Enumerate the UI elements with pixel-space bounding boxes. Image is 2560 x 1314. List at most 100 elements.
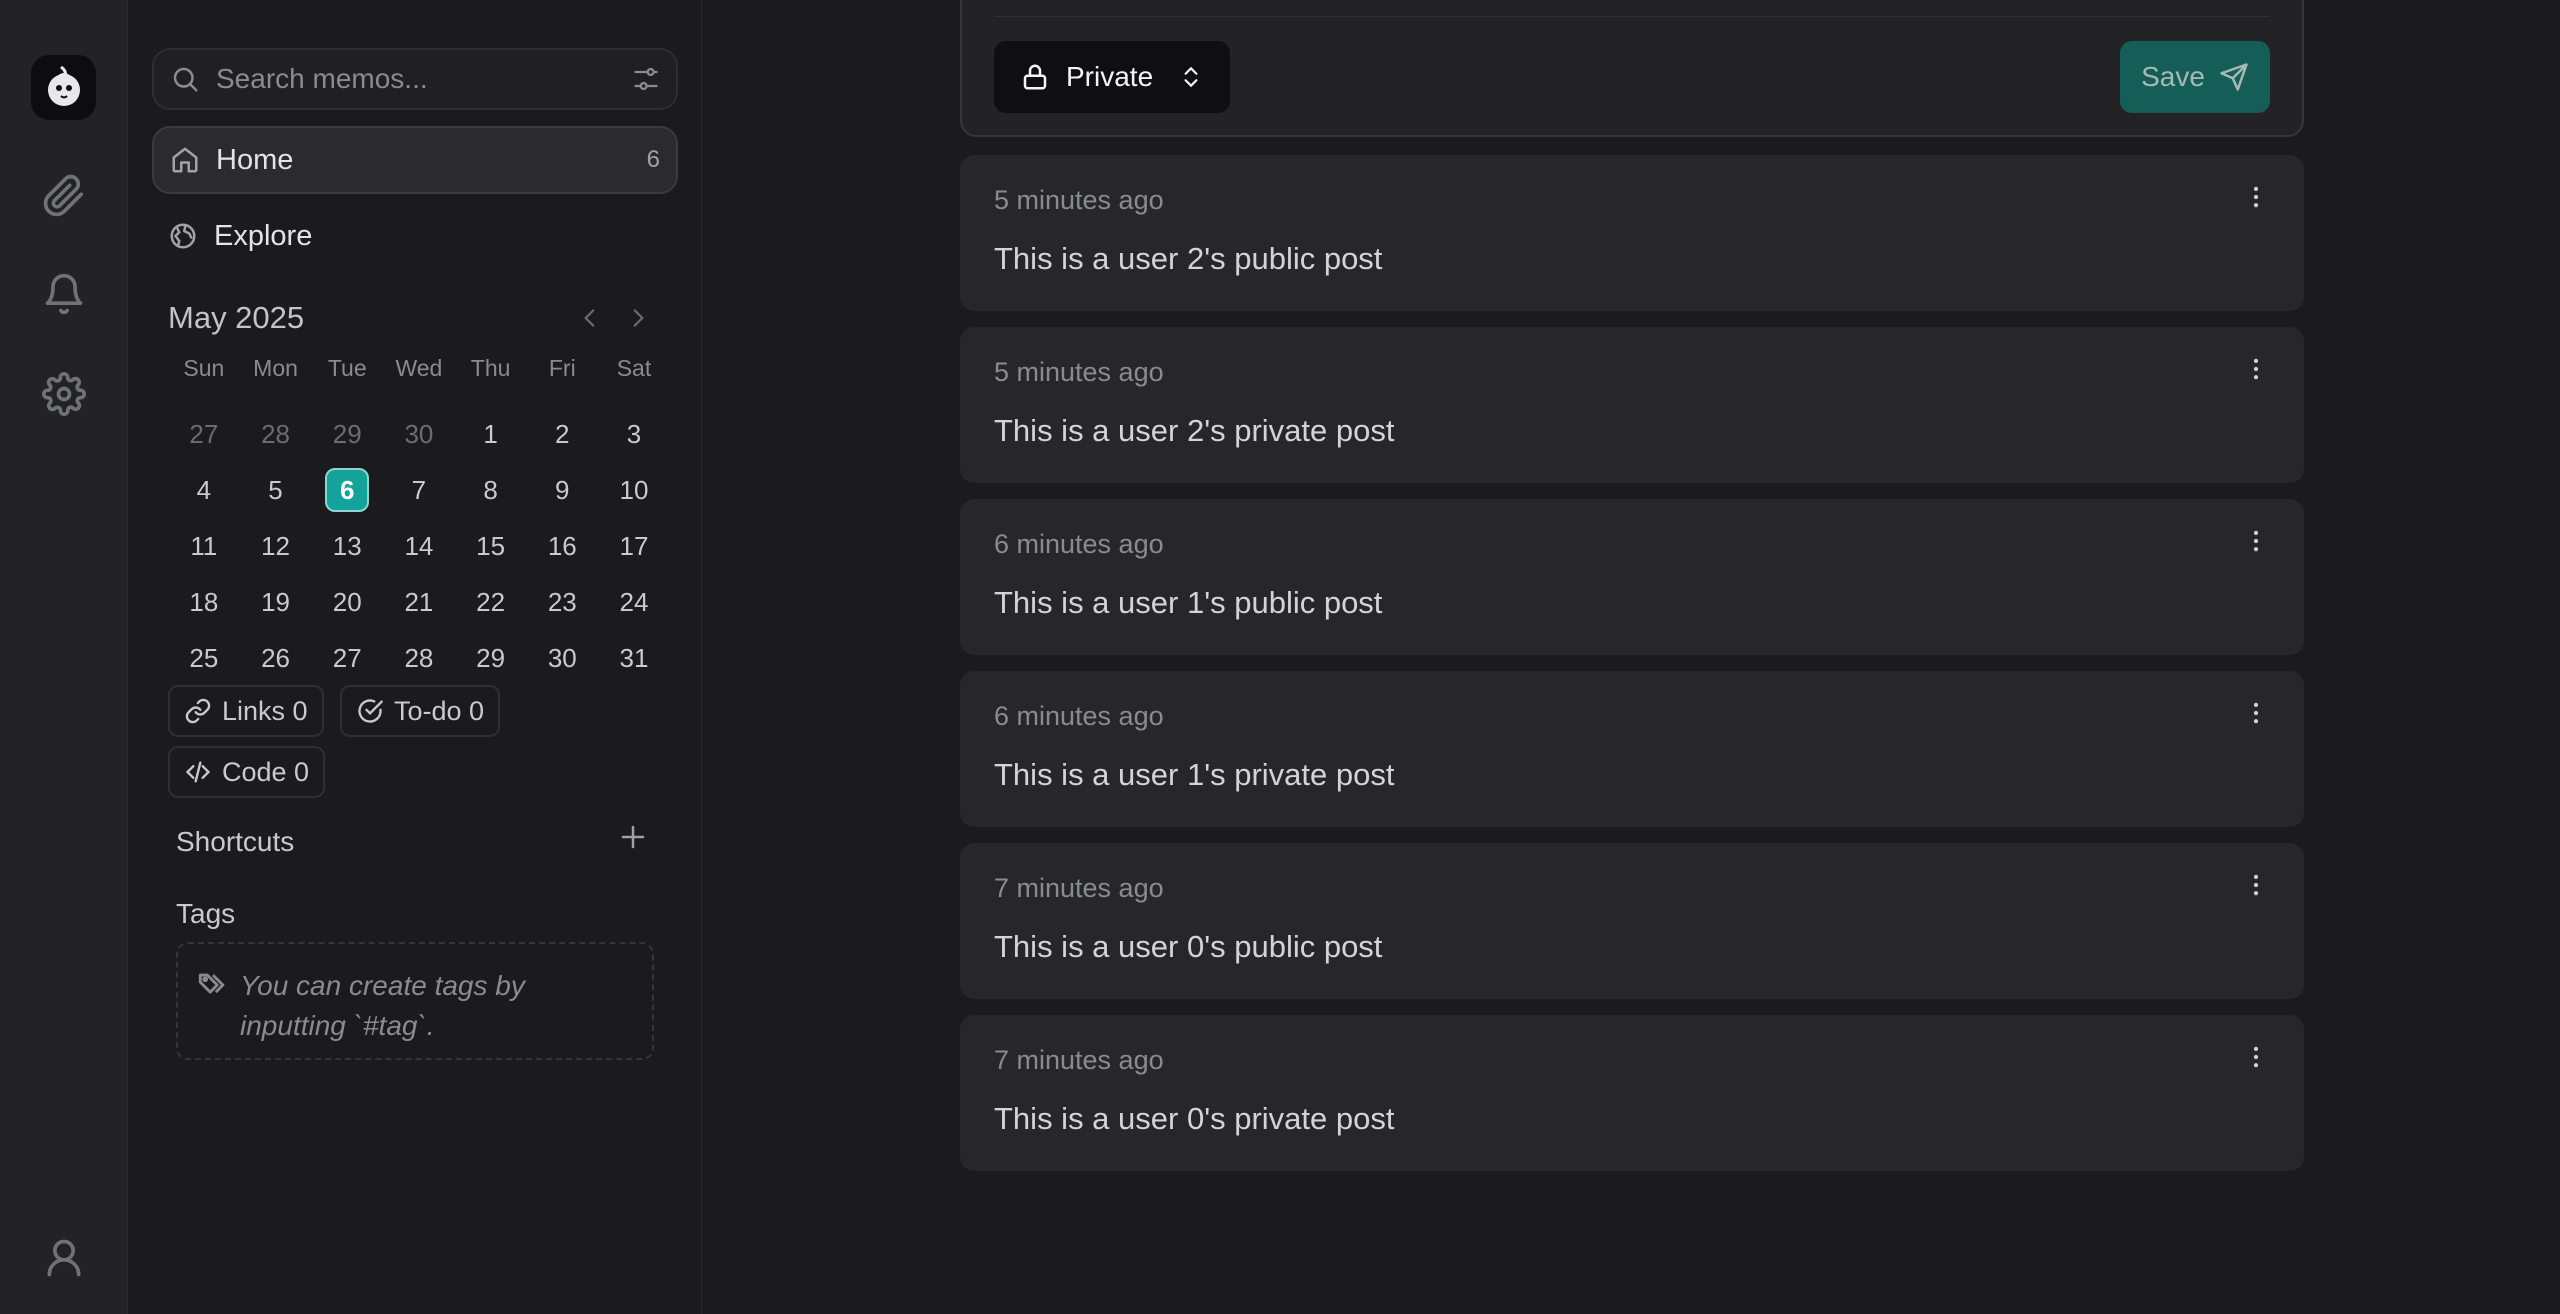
calendar-day-number: 3 [626,419,642,449]
calendar-day-number: 22 [476,587,506,617]
calendar-day[interactable]: 23 [526,574,598,630]
calendar-header: May 2025 [168,294,658,342]
todo-stat-label: To-do 0 [394,695,485,726]
memo-card[interactable]: 5 minutes ago This is a user 2's public p… [960,155,2304,311]
calendar-day-number: 10 [619,475,649,505]
search-box[interactable]: Search memos... [152,48,678,110]
calendar-day[interactable]: 29 [311,406,383,462]
calendar-day[interactable]: 5 [240,462,312,518]
calendar-day[interactable]: 14 [383,518,455,574]
code-stat[interactable]: Code 0 [168,746,326,798]
navigation-rail [0,0,128,1314]
calendar-day[interactable]: 16 [526,518,598,574]
calendar-day[interactable]: 22 [455,574,527,630]
filter-settings-icon[interactable] [632,65,660,93]
calendar-day[interactable]: 29 [455,630,527,686]
search-icon [170,64,200,94]
memo-card[interactable]: 6 minutes ago This is a user 1's private … [960,671,2304,827]
calendar-day[interactable]: 31 [598,630,670,686]
nav-explore-label: Explore [214,219,313,252]
calendar-day[interactable]: 19 [240,574,312,630]
lock-icon [1020,62,1050,92]
paperclip-icon[interactable] [36,168,92,224]
calendar-day[interactable]: 2 [526,406,598,462]
calendar-day-number: 28 [404,643,434,673]
calendar-day[interactable]: 25 [168,630,240,686]
code-icon [184,758,222,786]
calendar-day[interactable]: 27 [168,406,240,462]
memo-content: This is a user 2's private post [994,413,1395,448]
add-shortcut-icon[interactable] [618,822,648,852]
calendar-day-number: 8 [483,475,498,505]
app-logo[interactable] [31,55,96,120]
calendar-day[interactable]: 27 [311,630,383,686]
calendar-day[interactable]: 15 [455,518,527,574]
todo-stat[interactable]: To-do 0 [340,685,501,737]
calendar-day[interactable]: 17 [598,518,670,574]
save-button[interactable]: Save [2120,41,2270,113]
calendar-day-number: 25 [189,643,219,673]
calendar-day-number: 18 [189,587,219,617]
calendar-day-number: 12 [261,531,290,561]
gear-icon[interactable] [36,366,92,422]
calendar-day[interactable]: 10 [598,462,670,518]
calendar-day[interactable]: 12 [240,518,312,574]
calendar-day-number: 29 [476,643,506,673]
more-vertical-icon[interactable] [2242,871,2270,899]
calendar-day[interactable]: 28 [383,630,455,686]
calendar-day-number: 16 [547,531,577,561]
search-input[interactable]: Search memos... [216,63,632,95]
memo-content: This is a user 0's public post [994,929,1383,964]
calendar-day[interactable]: 3 [598,406,670,462]
memo-card[interactable]: 6 minutes ago This is a user 1's public p… [960,499,2304,655]
calendar-day[interactable]: 21 [383,574,455,630]
memo-content: This is a user 1's private post [994,757,1395,792]
calendar-day[interactable]: 4 [168,462,240,518]
nav-home-label: Home [216,143,294,176]
memo-card[interactable]: 7 minutes ago This is a user 0's private … [960,1015,2304,1171]
more-vertical-icon[interactable] [2242,183,2270,211]
calendar-day[interactable]: 18 [168,574,240,630]
memo-time: 7 minutes ago [994,873,1164,903]
memo-card[interactable]: 7 minutes ago This is a user 0's public p… [960,843,2304,999]
tags-icon [196,966,240,1058]
visibility-selector[interactable]: Private [994,41,1230,113]
more-vertical-icon[interactable] [2242,527,2270,555]
more-vertical-icon[interactable] [2242,1043,2270,1071]
chevron-left-icon[interactable] [570,298,610,338]
calendar-day[interactable]: 11 [168,518,240,574]
calendar-day[interactable]: 30 [526,630,598,686]
links-stat[interactable]: Links 0 [168,685,324,737]
tags-title: Tags [176,898,236,929]
calendar-day[interactable]: 28 [240,406,312,462]
chevron-up-down-icon [1178,62,1204,92]
user-icon[interactable] [36,1230,92,1286]
tags-hint-text: You can create tags by inputting `#tag`. [240,966,525,1058]
more-vertical-icon[interactable] [2242,355,2270,383]
memo-card[interactable]: 5 minutes ago This is a user 2's private … [960,327,2304,483]
nav-explore[interactable]: Explore [152,202,678,270]
calendar-day[interactable]: 24 [598,574,670,630]
calendar-day[interactable]: 6 [311,462,383,518]
calendar-day-number: 9 [555,475,570,505]
calendar-day[interactable]: 1 [455,406,527,462]
calendar-day[interactable]: 30 [383,406,455,462]
nav-home[interactable]: Home 6 [152,126,678,194]
calendar-day-number: 23 [547,587,577,617]
calendar-day[interactable]: 26 [240,630,312,686]
calendar-day-number: 17 [619,531,649,561]
calendar-day[interactable]: 20 [311,574,383,630]
chevron-right-icon[interactable] [618,298,658,338]
calendar-day-number: 2 [555,419,570,449]
calendar-day[interactable]: 8 [455,462,527,518]
weekday-label: Thu [470,355,511,381]
calendar-day-number: 1 [483,419,498,449]
memo-time: 6 minutes ago [994,529,1164,559]
calendar-day[interactable]: 9 [526,462,598,518]
calendar-day-number: 20 [332,587,362,617]
calendar-day[interactable]: 13 [311,518,383,574]
calendar-day[interactable]: 7 [383,462,455,518]
more-vertical-icon[interactable] [2242,699,2270,727]
calendar-day-number: 24 [619,587,649,617]
bell-icon[interactable] [36,266,92,322]
